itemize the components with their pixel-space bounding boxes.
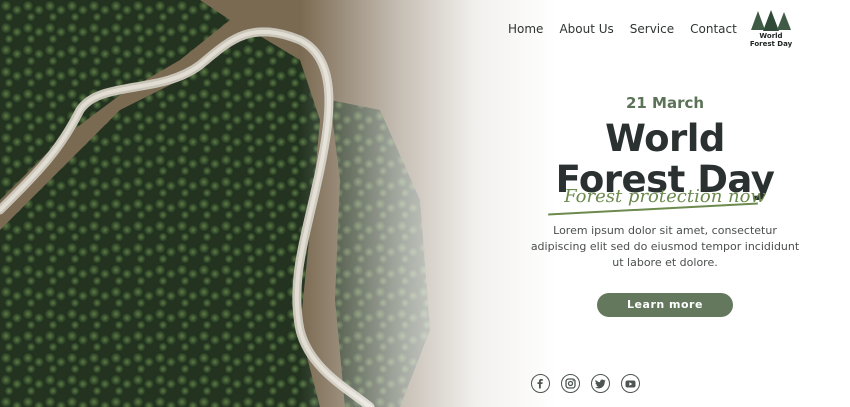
instagram-icon[interactable] [561, 374, 580, 393]
nav-contact[interactable]: Contact [690, 22, 737, 36]
twitter-icon[interactable] [591, 374, 610, 393]
social-links [531, 374, 640, 393]
facebook-icon[interactable] [531, 374, 550, 393]
pine-trees-icon [751, 10, 791, 31]
hero-content: 21 March World Forest Day Forest protect… [530, 94, 800, 317]
title-line1: World [605, 117, 725, 160]
tagline: Forest protection now [530, 186, 800, 216]
nav-home[interactable]: Home [508, 22, 543, 36]
main-nav: Home About Us Service Contact [508, 22, 737, 36]
nav-about-us[interactable]: About Us [559, 22, 613, 36]
event-date: 21 March [625, 94, 705, 112]
nav-service[interactable]: Service [630, 22, 674, 36]
youtube-icon[interactable] [621, 374, 640, 393]
hero-description: Lorem ipsum dolor sit amet, consectetur … [530, 224, 800, 269]
logo-line1: World [759, 32, 783, 40]
logo[interactable]: World Forest Day [748, 10, 794, 52]
logo-line2: Forest Day [749, 40, 793, 48]
learn-more-button[interactable]: Learn more [597, 293, 733, 317]
